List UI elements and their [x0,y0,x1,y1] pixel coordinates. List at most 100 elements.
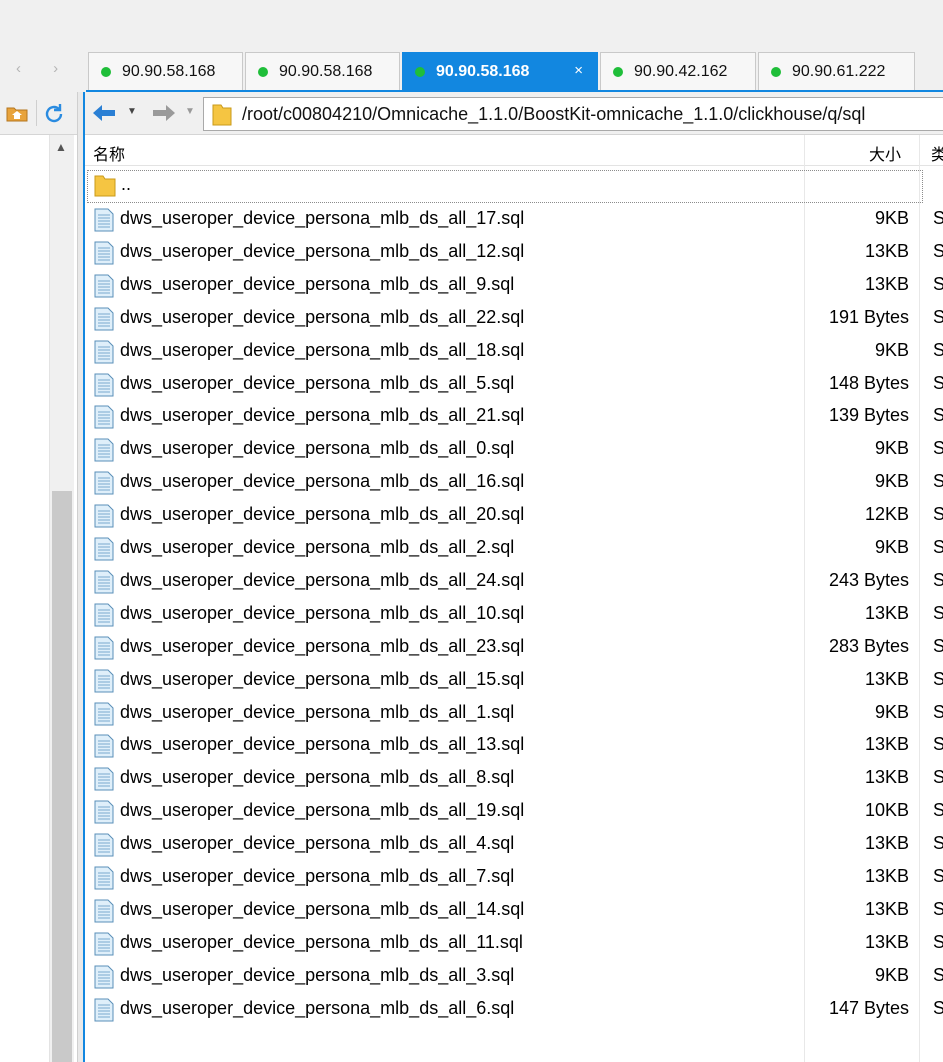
file-type: S( [933,306,943,327]
remote-path-text: /root/c00804210/Omnicache_1.1.0/BoostKit… [242,103,866,124]
back-arrow-icon[interactable] [91,102,117,124]
close-tab-icon[interactable]: × [574,62,583,79]
remote-file-pane: ▼ ▼ /root/c00804210/Omnicache_1.1.0/Boos… [83,92,943,1062]
sql-file-icon [94,669,114,693]
file-row[interactable]: dws_useroper_device_persona_mlb_ds_all_1… [85,795,943,828]
scrollbar-thumb[interactable] [52,491,72,1062]
file-name: dws_useroper_device_persona_mlb_ds_all_4… [120,833,515,854]
file-type: S( [933,898,943,919]
session-tab-5[interactable]: 90.90.61.222 [758,52,915,90]
file-size: 13KB [864,602,909,623]
sql-file-icon [94,570,114,594]
file-row[interactable]: dws_useroper_device_persona_mlb_ds_all_2… [85,631,943,664]
session-tab-2[interactable]: 90.90.58.168 [245,52,400,90]
sql-file-icon [94,373,114,396]
file-size: 9KB [874,339,909,360]
file-row[interactable]: dws_useroper_device_persona_mlb_ds_all_1… [85,236,943,269]
sql-file-icon [94,702,114,725]
file-name: dws_useroper_device_persona_mlb_ds_all_1… [120,898,525,919]
sql-file-icon [94,241,114,265]
remote-file-list: .. dws_useroper_device_persona_mlb_ds_al… [85,166,943,1062]
sql-file-icon [94,603,114,627]
file-size: 9KB [874,471,909,492]
file-name: dws_useroper_device_persona_mlb_ds_all_2… [120,504,525,525]
file-row[interactable]: dws_useroper_device_persona_mlb_ds_all_1… [85,697,943,730]
remote-path-input[interactable]: /root/c00804210/Omnicache_1.1.0/BoostKit… [203,97,943,131]
file-row[interactable]: dws_useroper_device_persona_mlb_ds_all_2… [85,302,943,335]
file-size: 13KB [864,668,909,689]
sql-file-icon [94,537,114,561]
file-type: S( [933,833,943,854]
file-size: 13KB [864,898,909,919]
back-history-dropdown-icon[interactable]: ▼ [127,106,137,117]
file-row[interactable]: dws_useroper_device_persona_mlb_ds_all_6… [85,993,943,1026]
toolbar-divider [36,100,37,126]
file-name: dws_useroper_device_persona_mlb_ds_all_1… [120,800,525,821]
file-name: dws_useroper_device_persona_mlb_ds_all_1… [120,931,523,952]
file-size: 9KB [874,964,909,985]
file-type: S( [933,372,943,393]
file-name: dws_useroper_device_persona_mlb_ds_all_5… [120,372,515,393]
file-size: 283 Bytes [828,635,909,656]
file-type: S( [933,405,943,426]
file-row[interactable]: dws_useroper_device_persona_mlb_ds_all_1… [85,894,943,927]
file-row[interactable]: dws_useroper_device_persona_mlb_ds_all_0… [85,433,943,466]
sql-file-icon [94,274,114,298]
session-tab-1[interactable]: 90.90.58.168 [88,52,243,90]
file-row[interactable]: dws_useroper_device_persona_mlb_ds_all_3… [85,960,943,993]
file-row[interactable]: dws_useroper_device_persona_mlb_ds_all_1… [85,927,943,960]
file-type: S( [933,471,943,492]
file-list-header: 名称 大小 类 [85,135,943,166]
file-type: S( [933,635,943,656]
file-row[interactable]: dws_useroper_device_persona_mlb_ds_all_2… [85,565,943,598]
file-type: S( [933,931,943,952]
forward-history-dropdown-icon[interactable]: ▼ [185,106,195,117]
session-tab-4[interactable]: 90.90.42.162 [600,52,756,90]
file-name: dws_useroper_device_persona_mlb_ds_all_1… [120,339,525,360]
file-row[interactable]: dws_useroper_device_persona_mlb_ds_all_8… [85,762,943,795]
column-header-name[interactable]: 名称 [93,141,125,165]
file-row[interactable]: dws_useroper_device_persona_mlb_ds_all_1… [85,466,943,499]
file-row[interactable]: dws_useroper_device_persona_mlb_ds_all_2… [85,532,943,565]
session-tab-3-active[interactable]: 90.90.58.168 × [402,52,598,90]
file-row[interactable]: dws_useroper_device_persona_mlb_ds_all_2… [85,400,943,433]
forward-arrow-icon[interactable] [151,102,177,124]
parent-directory-row[interactable]: .. [87,170,923,203]
file-size: 9KB [874,208,909,228]
file-row[interactable]: dws_useroper_device_persona_mlb_ds_all_2… [85,499,943,532]
file-row[interactable]: dws_useroper_device_persona_mlb_ds_all_1… [85,598,943,631]
file-size: 147 Bytes [828,997,909,1018]
file-size: 13KB [864,866,909,886]
tab-scroll-arrows[interactable]: ‹ › [16,60,72,77]
file-row[interactable]: dws_useroper_device_persona_mlb_ds_all_5… [85,368,943,401]
file-size: 191 Bytes [828,306,909,327]
file-name: dws_useroper_device_persona_mlb_ds_all_1… [120,208,525,228]
file-row[interactable]: dws_useroper_device_persona_mlb_ds_all_4… [85,828,943,861]
home-folder-icon[interactable] [6,104,28,122]
file-row[interactable]: dws_useroper_device_persona_mlb_ds_all_1… [85,335,943,368]
file-type: S( [933,734,943,755]
sql-file-icon [94,800,114,824]
file-row[interactable]: dws_useroper_device_persona_mlb_ds_all_1… [85,664,943,697]
file-row[interactable]: dws_useroper_device_persona_mlb_ds_all_1… [85,203,943,236]
sql-file-icon [94,899,114,923]
column-header-size[interactable]: 大小 [869,141,901,165]
file-type: S( [933,701,943,722]
file-name: dws_useroper_device_persona_mlb_ds_all_1… [120,734,525,755]
sql-file-icon [94,471,114,495]
sql-file-icon [94,504,114,528]
left-scrollbar[interactable]: ▲ [49,135,74,1062]
file-name: dws_useroper_device_persona_mlb_ds_all_7… [120,866,515,886]
session-tab-label: 90.90.58.168 [279,62,373,80]
file-name: dws_useroper_device_persona_mlb_ds_all_8… [120,767,515,788]
sql-file-icon [94,965,114,989]
refresh-icon[interactable] [42,102,66,126]
scroll-up-icon[interactable]: ▲ [55,140,67,154]
sql-file-icon [94,405,114,429]
file-row[interactable]: dws_useroper_device_persona_mlb_ds_all_9… [85,269,943,302]
file-row[interactable]: dws_useroper_device_persona_mlb_ds_all_7… [85,861,943,894]
column-header-type[interactable]: 类 [931,141,943,165]
file-size: 9KB [874,701,909,722]
file-row[interactable]: dws_useroper_device_persona_mlb_ds_all_1… [85,729,943,762]
file-size: 139 Bytes [828,405,909,426]
